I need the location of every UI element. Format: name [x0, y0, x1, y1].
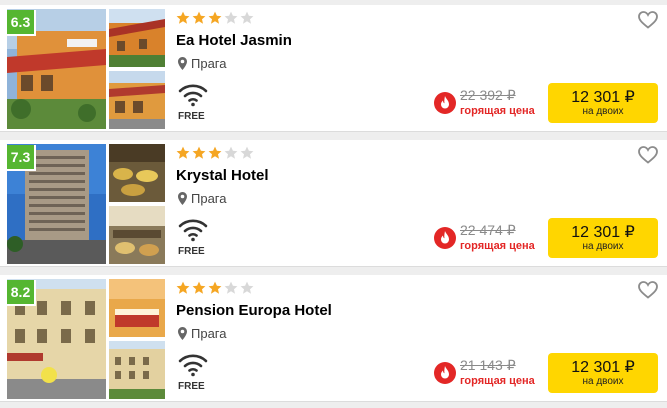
fire-icon [434, 92, 456, 114]
fire-icon [434, 362, 456, 384]
hotel-photo-thumb[interactable] [109, 144, 165, 202]
wifi-icon [178, 354, 208, 377]
map-pin-icon [178, 192, 187, 205]
heart-icon[interactable] [638, 146, 658, 164]
hotel-card[interactable]: 8.2 Pension Europa Hotel Прага FREE 21 1… [0, 275, 667, 402]
wifi-label: FREE [178, 381, 205, 392]
city-name: Прага [191, 191, 227, 206]
heart-icon[interactable] [638, 11, 658, 29]
price-value: 12 301 ₽ [571, 88, 635, 106]
hotel-card[interactable]: 6.3 Ea Hotel Jasmin Прага FREE 22 392 ₽ … [0, 5, 667, 132]
hotel-location: Прага [178, 56, 227, 71]
star-filled-icon [192, 11, 206, 24]
price-value: 12 301 ₽ [571, 223, 635, 241]
rating-badge: 6.3 [7, 10, 36, 36]
hotel-photo-thumb[interactable] [109, 9, 165, 67]
hotel-photo-thumb[interactable] [109, 341, 165, 399]
star-filled-icon [208, 11, 222, 24]
price-button[interactable]: 12 301 ₽ на двоих [548, 218, 658, 258]
wifi-icon [178, 84, 208, 107]
hot-price-label: горящая цена [460, 375, 535, 387]
wifi-icon [178, 219, 208, 242]
star-empty-icon [240, 11, 254, 24]
star-filled-icon [176, 146, 190, 159]
wifi-label: FREE [178, 246, 205, 257]
old-price: 21 143 ₽ [460, 357, 516, 373]
hotel-name[interactable]: Pension Europa Hotel [176, 302, 332, 319]
hotel-name[interactable]: Krystal Hotel [176, 167, 269, 184]
hotel-name[interactable]: Ea Hotel Jasmin [176, 32, 292, 49]
star-filled-icon [208, 281, 222, 294]
rating-badge: 8.2 [7, 280, 36, 306]
price-note: на двоих [582, 240, 624, 252]
price-value: 12 301 ₽ [571, 358, 635, 376]
star-rating [176, 11, 254, 25]
star-empty-icon [240, 146, 254, 159]
wifi-label: FREE [178, 111, 205, 122]
star-filled-icon [192, 146, 206, 159]
star-filled-icon [208, 146, 222, 159]
rating-badge: 7.3 [7, 145, 36, 171]
map-pin-icon [178, 327, 187, 340]
star-empty-icon [224, 281, 238, 294]
hotel-card[interactable]: 7.3 Krystal Hotel Прага FREE 22 474 ₽ го… [0, 140, 667, 267]
map-pin-icon [178, 57, 187, 70]
hotel-photo-thumb[interactable] [109, 279, 165, 337]
hot-price-label: горящая цена [460, 240, 535, 252]
fire-icon [434, 227, 456, 249]
hot-price-label: горящая цена [460, 105, 535, 117]
star-filled-icon [176, 281, 190, 294]
heart-icon[interactable] [638, 281, 658, 299]
hotel-location: Прага [178, 191, 227, 206]
old-price: 22 474 ₽ [460, 222, 516, 238]
price-button[interactable]: 12 301 ₽ на двоих [548, 353, 658, 393]
hotel-photo-thumb[interactable] [109, 206, 165, 264]
star-empty-icon [224, 11, 238, 24]
city-name: Прага [191, 326, 227, 341]
hotel-photo-thumb[interactable] [109, 71, 165, 129]
hotel-location: Прага [178, 326, 227, 341]
star-filled-icon [176, 11, 190, 24]
star-rating [176, 146, 254, 160]
price-button[interactable]: 12 301 ₽ на двоих [548, 83, 658, 123]
star-empty-icon [240, 281, 254, 294]
star-rating [176, 281, 254, 295]
star-filled-icon [192, 281, 206, 294]
city-name: Прага [191, 56, 227, 71]
price-note: на двоих [582, 375, 624, 387]
star-empty-icon [224, 146, 238, 159]
price-note: на двоих [582, 105, 624, 117]
old-price: 22 392 ₽ [460, 87, 516, 103]
